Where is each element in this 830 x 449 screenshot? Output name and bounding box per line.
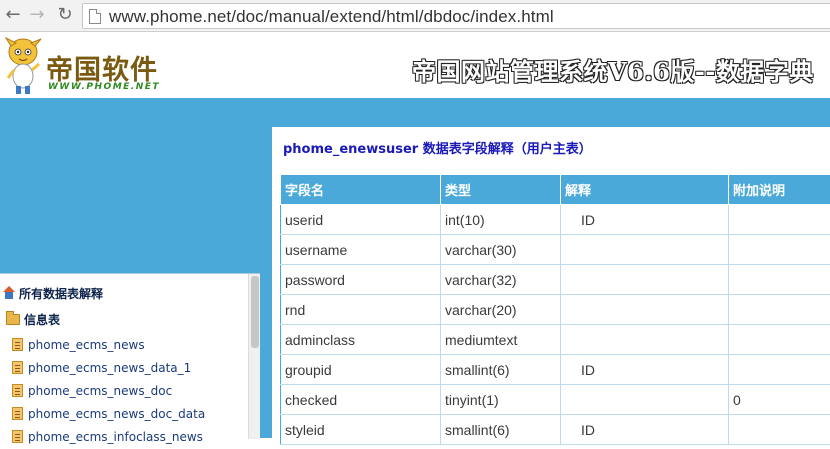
field-type-cell: varchar(30) xyxy=(441,235,561,265)
tree-item[interactable]: phome_ecms_news xyxy=(12,334,205,357)
mascot-logo-icon xyxy=(2,34,44,96)
field-name-cell: checked xyxy=(281,385,441,415)
field-desc-cell xyxy=(561,295,729,325)
column-header-note: 附加说明 xyxy=(729,175,830,205)
field-type-cell: mediumtext xyxy=(441,325,561,355)
scrollbar-thumb[interactable] xyxy=(251,276,259,348)
table-row: adminclass mediumtext xyxy=(281,325,830,355)
field-note-cell xyxy=(729,265,830,295)
field-desc-cell xyxy=(561,325,729,355)
tree-root[interactable]: 所有数据表解释 xyxy=(2,283,103,303)
field-name-cell: password xyxy=(281,265,441,295)
field-name-cell: username xyxy=(281,235,441,265)
url-text[interactable]: www.phome.net/doc/manual/extend/html/dbd… xyxy=(109,7,554,27)
field-note-cell: 0 xyxy=(729,385,830,415)
arrow-right-icon[interactable]: → xyxy=(26,4,48,26)
site-title: 帝国网站管理系统V6.6版--数据字典 xyxy=(412,52,814,87)
field-note-cell xyxy=(729,355,830,385)
home-icon xyxy=(2,286,16,300)
field-name-cell: rnd xyxy=(281,295,441,325)
field-type-cell: varchar(20) xyxy=(441,295,561,325)
tree-item-label: phome_ecms_news_doc xyxy=(28,384,172,398)
field-desc-cell: ID xyxy=(561,205,729,235)
field-type-cell: tinyint(1) xyxy=(441,385,561,415)
column-header-type: 类型 xyxy=(441,175,561,205)
field-table: 字段名 类型 解释 附加说明 userid int(10) ID usernam… xyxy=(280,174,830,445)
field-type-cell: smallint(6) xyxy=(441,355,561,385)
document-icon xyxy=(12,407,23,420)
folder-icon xyxy=(6,314,20,325)
site-header: 帝国软件 WWW.PHOME.NET 帝国网站管理系统V6.6版--数据字典 xyxy=(0,32,830,98)
tree-item[interactable]: phome_ecms_news_doc_data xyxy=(12,403,205,426)
arrow-left-icon[interactable]: ← xyxy=(2,4,24,26)
page-icon xyxy=(89,9,101,24)
table-row: styleid smallint(6) ID xyxy=(281,415,830,445)
table-title: phome_enewsuser 数据表字段解释（用户主表） xyxy=(283,138,592,157)
field-note-cell xyxy=(729,415,830,445)
document-icon xyxy=(12,361,23,374)
table-row: userid int(10) ID xyxy=(281,205,830,235)
document-icon xyxy=(12,338,23,351)
field-desc-cell xyxy=(561,385,729,415)
field-name-cell: groupid xyxy=(281,355,441,385)
tree-item[interactable]: phome_ecms_news_data_1 xyxy=(12,357,205,380)
document-icon xyxy=(12,430,23,443)
browser-toolbar: ← → ↻ www.phome.net/doc/manual/extend/ht… xyxy=(0,0,830,32)
reload-icon[interactable]: ↻ xyxy=(54,4,76,26)
field-desc-cell: ID xyxy=(561,415,729,445)
field-note-cell xyxy=(729,325,830,355)
column-header-field: 字段名 xyxy=(281,175,441,205)
tree-folder-label: 信息表 xyxy=(24,313,60,327)
tree-item-list: phome_ecms_news phome_ecms_news_data_1 p… xyxy=(12,334,205,449)
tree-item-label: phome_ecms_news_data_1 xyxy=(28,361,191,375)
field-name-cell: adminclass xyxy=(281,325,441,355)
tree-scrollbar[interactable] xyxy=(248,274,260,439)
tree-item-label: phome_ecms_news_doc_data xyxy=(28,407,205,421)
field-note-cell xyxy=(729,295,830,325)
field-desc-cell xyxy=(561,265,729,295)
field-desc-cell: ID xyxy=(561,355,729,385)
field-desc-cell xyxy=(561,235,729,265)
field-note-cell xyxy=(729,205,830,235)
field-type-cell: int(10) xyxy=(441,205,561,235)
main-content: phome_enewsuser 数据表字段解释（用户主表） 字段名 类型 解释 … xyxy=(272,127,830,438)
field-type-cell: smallint(6) xyxy=(441,415,561,445)
tree-item[interactable]: phome_ecms_news_doc xyxy=(12,380,205,403)
table-row: rnd varchar(20) xyxy=(281,295,830,325)
field-type-cell: varchar(32) xyxy=(441,265,561,295)
address-bar[interactable]: www.phome.net/doc/manual/extend/html/dbd… xyxy=(82,3,830,29)
field-note-cell xyxy=(729,235,830,265)
tree-item-label: phome_ecms_infoclass_news xyxy=(28,430,203,444)
tree-root-label: 所有数据表解释 xyxy=(19,287,103,301)
table-row: checked tinyint(1) 0 xyxy=(281,385,830,415)
table-row: username varchar(30) xyxy=(281,235,830,265)
field-name-cell: userid xyxy=(281,205,441,235)
table-row: password varchar(32) xyxy=(281,265,830,295)
column-header-desc: 解释 xyxy=(561,175,729,205)
tree-item-label: phome_ecms_news xyxy=(28,338,145,352)
document-icon xyxy=(12,384,23,397)
logo-subtext: WWW.PHOME.NET xyxy=(48,82,160,92)
table-row: groupid smallint(6) ID xyxy=(281,355,830,385)
field-name-cell: styleid xyxy=(281,415,441,445)
table-header-row: 字段名 类型 解释 附加说明 xyxy=(281,175,830,205)
tree-folder-info[interactable]: 信息表 xyxy=(6,309,60,329)
table-tree-panel: 所有数据表解释 信息表 phome_ecms_news phome_ecms_n… xyxy=(0,273,260,438)
